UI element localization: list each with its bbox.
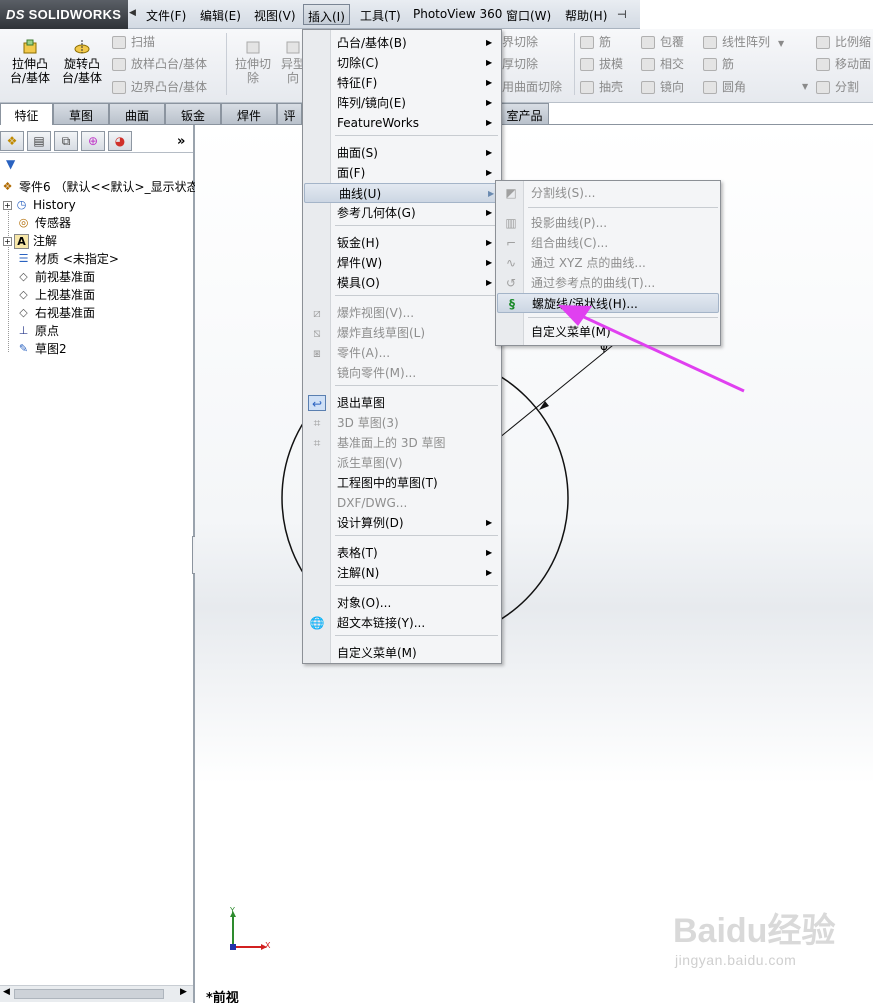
arrow-shaft — [572, 310, 745, 393]
arrowhead-icon — [558, 305, 592, 326]
annotation-arrow — [558, 305, 745, 393]
